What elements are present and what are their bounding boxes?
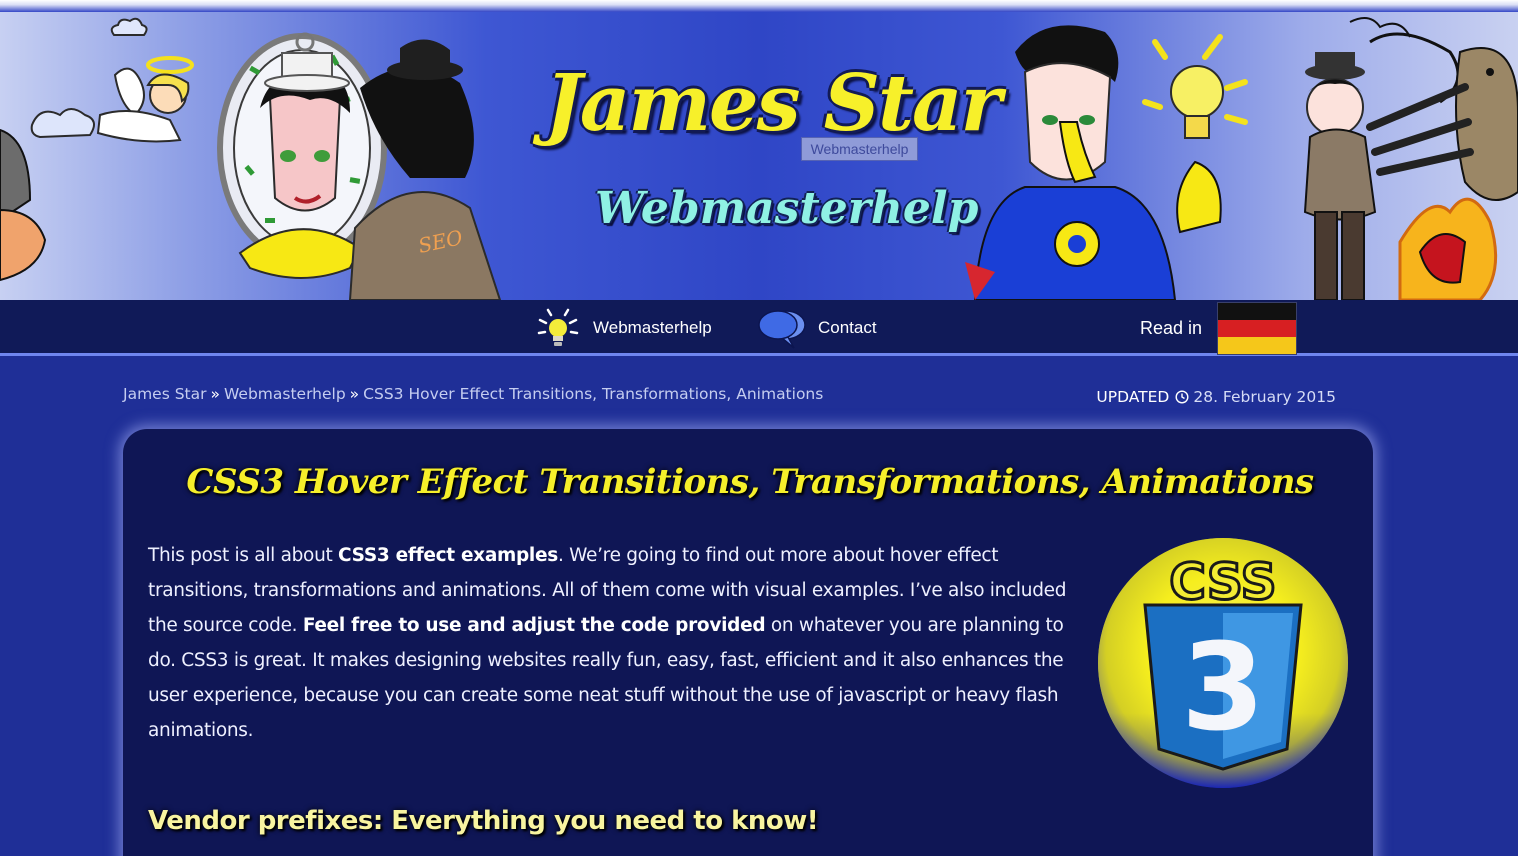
- nav-item-webmasterhelp[interactable]: Webmasterhelp: [535, 300, 712, 356]
- updated-date-value: 28. February 2015: [1193, 388, 1336, 406]
- mirror-cartoon: SEO: [217, 32, 502, 300]
- section-heading-vendor-prefixes: Vendor prefixes: Everything you need to …: [148, 806, 819, 836]
- breadcrumb-current-page[interactable]: CSS3 Hover Effect Transitions, Transform…: [363, 385, 823, 403]
- intro-text-1: This post is all about: [148, 545, 339, 566]
- article-title: CSS3 Hover Effect Transitions, Transform…: [186, 462, 1314, 502]
- language-switch-label[interactable]: Read in: [1140, 300, 1202, 356]
- header-banner: SEO James Star Webmasterhelp Webmasterhe…: [0, 0, 1518, 300]
- beaten-man-cartoon: [1303, 17, 1518, 300]
- intro-bold-1: CSS3 effect examples: [338, 545, 558, 566]
- superhero-cartoon: [965, 25, 1248, 300]
- banner-top-border: [0, 0, 1518, 12]
- css-logo-text: CSS: [1169, 553, 1276, 611]
- breadcrumb-category-link[interactable]: Webmasterhelp: [224, 385, 346, 403]
- article-intro: This post is all about CSS3 effect examp…: [148, 538, 1078, 748]
- breadcrumb-separator: »: [349, 385, 360, 403]
- breadcrumb-home-link[interactable]: James Star: [123, 385, 207, 403]
- nav-item-contact[interactable]: Contact: [758, 300, 877, 356]
- nav-label-webmasterhelp: Webmasterhelp: [593, 318, 712, 337]
- lightbulb-icon: [537, 308, 579, 346]
- updated-label: UPDATED: [1096, 388, 1170, 406]
- breadcrumb-separator: »: [210, 385, 220, 403]
- angel-cartoon: [30, 56, 194, 143]
- logo-tooltip: Webmasterhelp: [801, 137, 918, 161]
- breadcrumb: James Star» Webmasterhelp» CSS3 Hover Effe…: [123, 385, 823, 409]
- nav-label-contact: Contact: [818, 318, 877, 337]
- css3-logo: CSS 3: [1098, 538, 1348, 788]
- intro-bold-2: Feel free to use and adjust the code pro…: [302, 615, 766, 636]
- cloud-icon: [110, 17, 148, 36]
- german-flag-icon[interactable]: [1217, 302, 1297, 355]
- css-logo-number: 3: [1181, 619, 1265, 758]
- clock-icon: [1175, 390, 1189, 404]
- updated-date: UPDATED 28. February 2015: [1096, 385, 1336, 409]
- speech-bubbles-icon: [758, 310, 806, 349]
- site-logo-subtitle[interactable]: Webmasterhelp: [595, 183, 978, 253]
